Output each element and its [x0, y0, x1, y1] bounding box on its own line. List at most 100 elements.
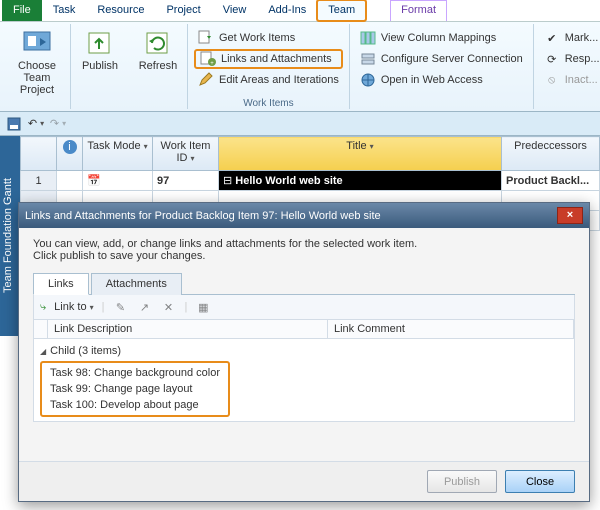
delete-link-icon[interactable]: ✕	[160, 299, 176, 315]
tab-resource[interactable]: Resource	[86, 0, 155, 21]
tab-links[interactable]: Links	[33, 273, 89, 295]
col-info[interactable]: i	[57, 137, 83, 171]
publish-dialog-button[interactable]: Publish	[427, 470, 497, 493]
col-pred-label: Predeccessors	[514, 140, 587, 152]
row-info-cell[interactable]	[57, 171, 83, 191]
links-attachments-button[interactable]: + Links and Attachments	[194, 49, 343, 69]
get-work-items-label: Get Work Items	[219, 32, 295, 44]
tab-view[interactable]: View	[212, 0, 258, 21]
dialog-intro: You can view, add, or change links and a…	[33, 238, 575, 262]
edit-areas-label: Edit Areas and Iterations	[219, 74, 339, 86]
mark-button[interactable]: ✔ Mark...	[540, 28, 600, 48]
publish-button[interactable]: Publish	[77, 24, 123, 72]
col-id-label: Work Item ID	[161, 140, 211, 164]
list-item[interactable]: Task 100: Develop about page	[46, 397, 224, 413]
inact-label: Inact...	[565, 74, 598, 86]
row-mode-cell[interactable]: 📅	[83, 171, 153, 191]
group-work-items-label: Work Items	[243, 98, 293, 109]
expand-col[interactable]	[34, 320, 48, 338]
tab-task[interactable]: Task	[42, 0, 87, 21]
info-icon: i	[63, 140, 77, 154]
list-item[interactable]: Task 98: Change background color	[46, 365, 224, 381]
redo-button[interactable]: ↷	[50, 116, 66, 132]
links-attachments-label: Links and Attachments	[221, 53, 332, 65]
columns-icon[interactable]: ▦	[195, 299, 211, 315]
links-list: Link Description Link Comment Child (3 i…	[33, 320, 575, 422]
refresh-button[interactable]: Refresh	[135, 24, 181, 72]
undo-button[interactable]: ↶	[28, 116, 44, 132]
refresh-icon	[143, 28, 173, 58]
row-id-value: 97	[157, 175, 169, 187]
configure-server-button[interactable]: Configure Server Connection	[356, 49, 527, 69]
col-link-description[interactable]: Link Description	[48, 320, 328, 338]
col-link-comment[interactable]: Link Comment	[328, 320, 574, 338]
tab-format[interactable]: Format	[390, 0, 447, 21]
link-group-child[interactable]: Child (3 items)	[40, 343, 568, 359]
edit-link-icon[interactable]: ✎	[112, 299, 128, 315]
col-work-item-id[interactable]: Work Item ID	[153, 137, 219, 171]
dialog-titlebar[interactable]: Links and Attachments for Product Backlo…	[19, 203, 589, 228]
resp-button[interactable]: ⟳ Resp...	[540, 49, 600, 69]
side-tab-gantt[interactable]: Team Foundation Gantt	[0, 136, 20, 336]
tab-team[interactable]: Team	[317, 0, 366, 21]
list-item[interactable]: Task 99: Change page layout	[46, 381, 224, 397]
ribbon-tabstrip: File Task Resource Project View Add-Ins …	[0, 0, 600, 22]
auto-schedule-icon: 📅	[87, 175, 101, 187]
collapse-icon: ⊟	[223, 175, 232, 187]
publish-icon	[85, 28, 115, 58]
table-row[interactable]: 1 📅 97 ⊟ Hello World web site Product Ba…	[21, 171, 600, 191]
col-mode-label: Task Mode	[87, 140, 147, 152]
checkmark-icon: ✔	[544, 30, 560, 46]
inact-icon: ⦸	[544, 72, 560, 88]
col-rownum[interactable]	[21, 137, 57, 171]
row-number[interactable]: 1	[21, 171, 57, 191]
link-to-icon: ⤷	[40, 301, 46, 314]
tab-file[interactable]: File	[2, 0, 42, 21]
download-icon	[198, 30, 214, 46]
choose-label: Choose Team Project	[10, 60, 64, 96]
pencil-icon	[198, 72, 214, 88]
tab-attachments[interactable]: Attachments	[91, 273, 182, 295]
close-dialog-button[interactable]: Close	[505, 470, 575, 493]
quick-access-toolbar: ↶ ↷	[0, 112, 600, 136]
link-to-dropdown[interactable]: Link to	[54, 301, 93, 313]
edit-areas-button[interactable]: Edit Areas and Iterations	[194, 70, 343, 90]
highlighted-links: Task 98: Change background color Task 99…	[40, 361, 230, 417]
row-pred-cell[interactable]: Product Backl...	[502, 171, 600, 191]
dialog-title-text: Links and Attachments for Product Backlo…	[25, 210, 381, 222]
choose-team-project-button[interactable]: Choose Team Project	[10, 24, 64, 96]
col-title-label: Title	[346, 140, 373, 152]
row-id-cell[interactable]: 97	[153, 171, 219, 191]
svg-text:+: +	[210, 61, 214, 67]
resp-icon: ⟳	[544, 51, 560, 67]
col-title[interactable]: Title	[219, 137, 502, 171]
open-link-icon[interactable]: ↗	[136, 299, 152, 315]
resp-label: Resp...	[565, 53, 600, 65]
row-title-value: Hello World web site	[235, 175, 342, 187]
mark-label: Mark...	[565, 32, 599, 44]
view-column-mappings-button[interactable]: View Column Mappings	[356, 28, 527, 48]
ribbon: Choose Team Project Publish Refresh Get …	[0, 22, 600, 112]
save-icon[interactable]	[6, 116, 22, 132]
team-project-icon	[22, 28, 52, 58]
publish-label: Publish	[82, 60, 118, 72]
server-icon	[360, 51, 376, 67]
inact-button[interactable]: ⦸ Inact...	[540, 70, 600, 90]
col-predecessors[interactable]: Predeccessors	[502, 137, 600, 171]
dialog-tabstrip: Links Attachments	[33, 272, 575, 295]
row-title-cell[interactable]: ⊟ Hello World web site	[219, 171, 502, 191]
attachment-icon: +	[200, 51, 216, 67]
links-attachments-dialog: Links and Attachments for Product Backlo…	[18, 202, 590, 502]
globe-icon	[360, 72, 376, 88]
tab-addins[interactable]: Add-Ins	[257, 0, 317, 21]
view-col-label: View Column Mappings	[381, 32, 496, 44]
get-work-items-button[interactable]: Get Work Items	[194, 28, 343, 48]
columns-icon	[360, 30, 376, 46]
row-pred-value: Product Backl...	[506, 175, 589, 187]
col-task-mode[interactable]: Task Mode	[83, 137, 153, 171]
links-toolbar: ⤷ Link to | ✎ ↗ ✕ | ▦	[33, 295, 575, 320]
config-label: Configure Server Connection	[381, 53, 523, 65]
close-icon[interactable]: ×	[557, 207, 583, 224]
open-web-access-button[interactable]: Open in Web Access	[356, 70, 527, 90]
tab-project[interactable]: Project	[155, 0, 211, 21]
